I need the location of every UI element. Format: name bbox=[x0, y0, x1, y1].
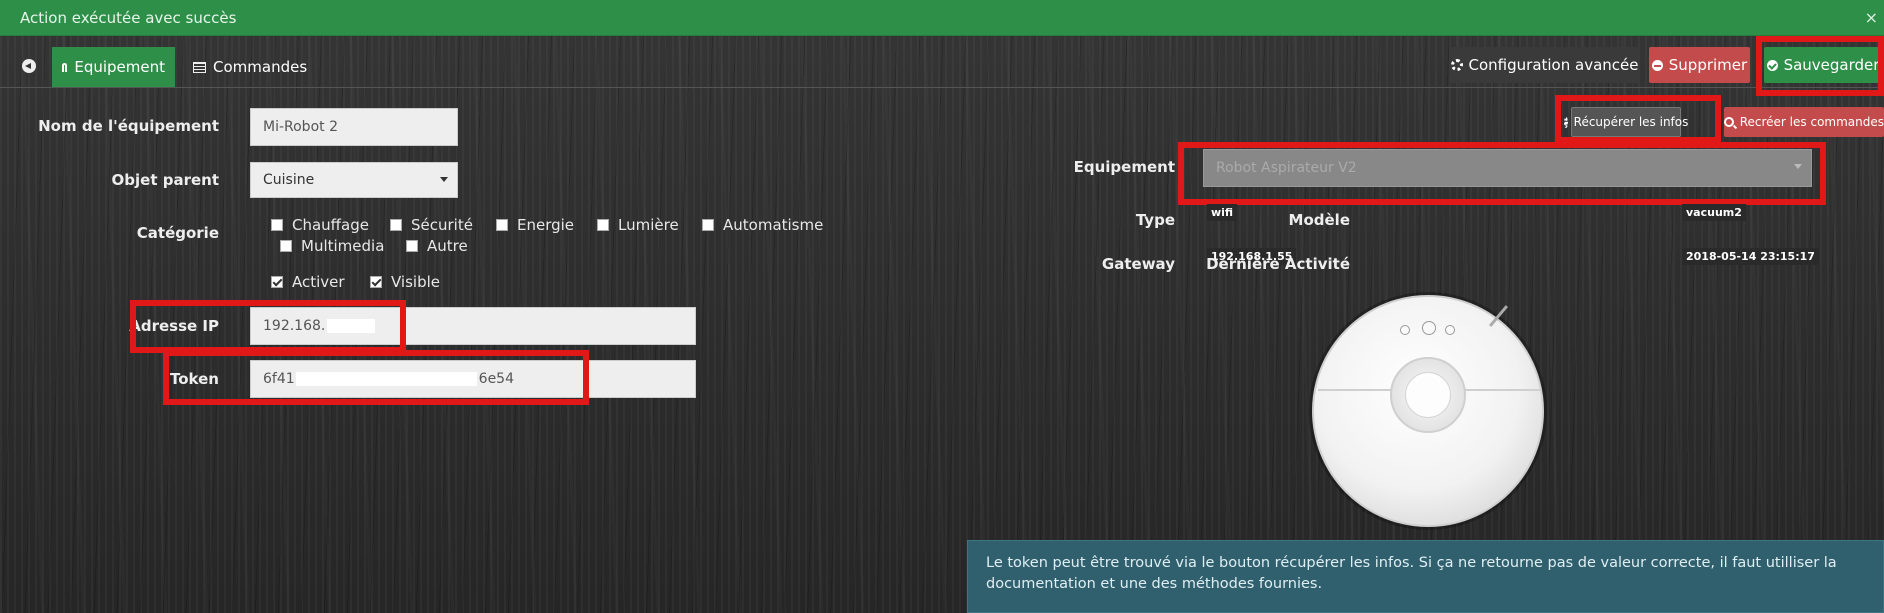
dashboard-icon bbox=[62, 62, 68, 72]
checkbox[interactable] bbox=[496, 219, 508, 231]
visible-option[interactable]: Visible bbox=[370, 273, 440, 291]
checkbox[interactable] bbox=[280, 240, 292, 252]
advanced-config-button[interactable]: Configuration avancée bbox=[1450, 47, 1639, 83]
activate-label: Activer bbox=[292, 273, 345, 291]
category-label: Catégorie bbox=[136, 224, 219, 242]
model-label: Modèle bbox=[1288, 211, 1350, 229]
delete-button[interactable]: Supprimer bbox=[1649, 47, 1750, 83]
category-autre-label: Autre bbox=[427, 237, 468, 255]
tabs-divider bbox=[0, 87, 1884, 88]
checkbox-checked[interactable] bbox=[370, 276, 382, 288]
robot-lidar-top bbox=[1405, 372, 1451, 418]
checkbox[interactable] bbox=[406, 240, 418, 252]
category-automatisme-label: Automatisme bbox=[723, 216, 824, 234]
parent-label: Objet parent bbox=[111, 171, 219, 189]
robot-home-button bbox=[1400, 325, 1410, 335]
recreate-commands-label: Recréer les commandes bbox=[1739, 115, 1884, 129]
info-text: Le token peut être trouvé via le bouton … bbox=[986, 555, 1837, 592]
category-energie-label: Energie bbox=[517, 216, 575, 234]
highlight-token bbox=[163, 350, 589, 405]
activate-option[interactable]: Activer bbox=[271, 273, 345, 291]
tab-equipment-label: Equipement bbox=[74, 58, 165, 76]
checkbox-checked[interactable] bbox=[271, 276, 283, 288]
recreate-commands-button[interactable]: Recréer les commandes bbox=[1724, 107, 1884, 137]
name-label: Nom de l'équipement bbox=[38, 117, 219, 135]
last-activity-value: 2018-05-14 23:15:17 bbox=[1682, 248, 1819, 265]
category-chauffage[interactable]: Chauffage bbox=[271, 216, 369, 234]
advanced-config-label: Configuration avancée bbox=[1468, 56, 1639, 74]
category-lumiere[interactable]: Lumière bbox=[597, 216, 679, 234]
info-alert: Le token peut être trouvé via le bouton … bbox=[967, 540, 1884, 613]
checkbox[interactable] bbox=[271, 219, 283, 231]
close-icon[interactable]: × bbox=[1865, 8, 1878, 27]
tab-commands[interactable]: Commandes bbox=[183, 47, 317, 87]
type-label: Type bbox=[1135, 211, 1175, 229]
success-notification: Action exécutée avec succès bbox=[0, 0, 1884, 36]
model-value: vacuum2 bbox=[1682, 204, 1746, 221]
gateway-label: Gateway bbox=[1101, 255, 1175, 273]
name-input[interactable]: Mi-Robot 2 bbox=[250, 108, 458, 146]
robot-spot-button bbox=[1445, 325, 1455, 335]
category-energie[interactable]: Energie bbox=[496, 216, 574, 234]
category-multimedia-label: Multimedia bbox=[301, 237, 385, 255]
minus-circle-icon bbox=[1651, 59, 1663, 71]
highlight-save bbox=[1756, 36, 1884, 96]
equipment-label: Equipement bbox=[1073, 158, 1175, 176]
checkbox[interactable] bbox=[702, 219, 714, 231]
gears-icon bbox=[1450, 59, 1463, 71]
category-chauffage-label: Chauffage bbox=[292, 216, 369, 234]
success-message: Action exécutée avec succès bbox=[20, 8, 237, 27]
category-securite-label: Sécurité bbox=[411, 216, 473, 234]
checkbox[interactable] bbox=[597, 219, 609, 231]
last-activity-label: Dernière Activité bbox=[1206, 255, 1350, 273]
parent-select-value: Cuisine bbox=[263, 172, 315, 188]
highlight-fetch bbox=[1555, 95, 1721, 143]
category-lumiere-label: Lumière bbox=[618, 216, 679, 234]
robot-power-button bbox=[1422, 321, 1436, 335]
back-arrow-icon bbox=[22, 59, 36, 73]
checkbox[interactable] bbox=[390, 219, 402, 231]
parent-select[interactable]: Cuisine bbox=[250, 162, 458, 198]
highlight-ip bbox=[130, 300, 406, 353]
chevron-down-icon bbox=[440, 177, 448, 182]
category-autre[interactable]: Autre bbox=[406, 237, 468, 255]
search-icon bbox=[1724, 117, 1734, 127]
category-automatisme[interactable]: Automatisme bbox=[702, 216, 823, 234]
type-value: wifi bbox=[1207, 204, 1238, 221]
back-button[interactable] bbox=[14, 47, 44, 85]
category-multimedia[interactable]: Multimedia bbox=[280, 237, 384, 255]
category-securite[interactable]: Sécurité bbox=[390, 216, 473, 234]
visible-label: Visible bbox=[391, 273, 440, 291]
tab-commands-label: Commandes bbox=[213, 58, 308, 76]
list-icon bbox=[193, 61, 206, 73]
highlight-equipment bbox=[1178, 142, 1826, 205]
tab-equipment[interactable]: Equipement bbox=[52, 47, 175, 87]
delete-label: Supprimer bbox=[1668, 56, 1748, 74]
